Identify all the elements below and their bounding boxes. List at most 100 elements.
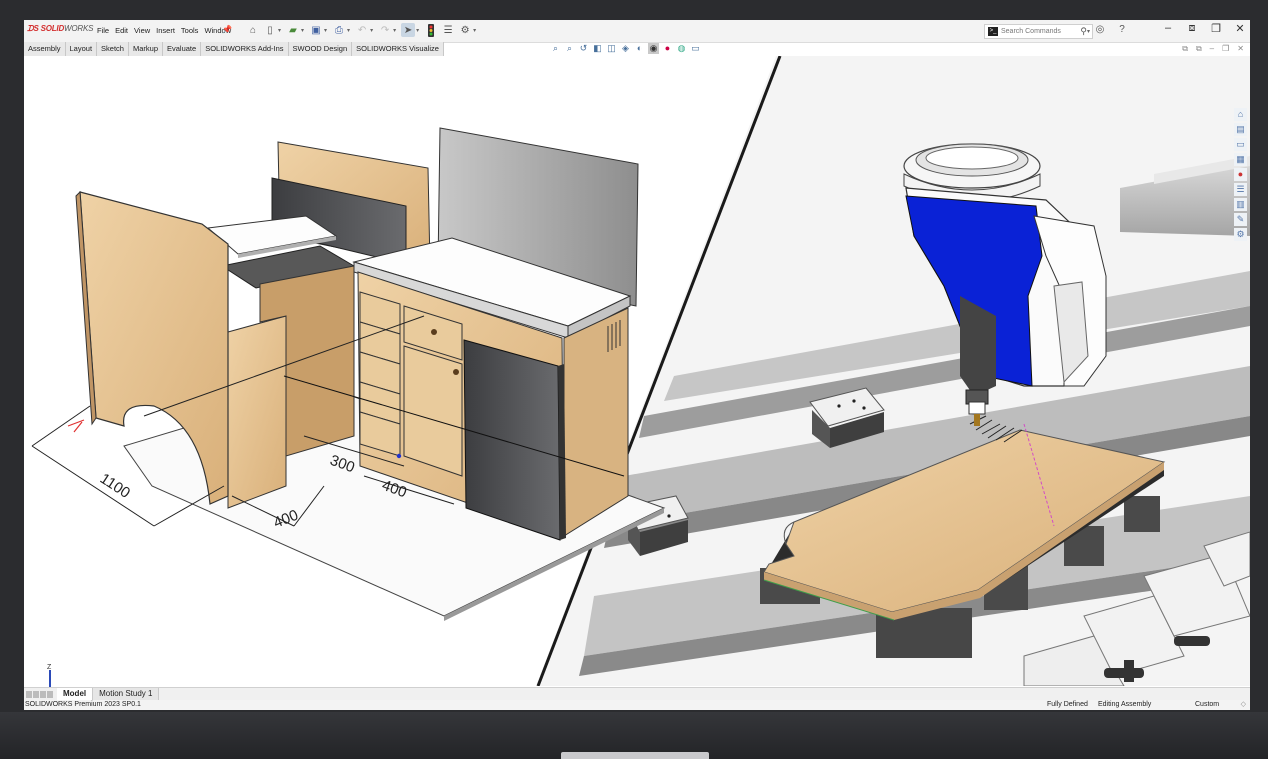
select-cursor-icon[interactable]: ➤ [401, 23, 416, 37]
restore-app-icon[interactable]: ⧈ [1186, 22, 1198, 35]
tab-sketch[interactable]: Sketch [97, 42, 129, 56]
section-view-icon[interactable]: ◧ [592, 43, 603, 54]
unit-system[interactable]: Custom [1195, 700, 1219, 710]
dynamic-annotation-icon[interactable]: ◫ [606, 43, 617, 54]
new-document-icon[interactable]: ▯ [263, 23, 277, 37]
open-folder-icon[interactable]: ▰ [286, 23, 300, 37]
chevron-down-icon[interactable]: ▾ [301, 27, 304, 34]
redo-icon[interactable]: ↷ [378, 23, 392, 37]
title-bar: ᗪS SOLIDWORKS File Edit View Insert Tools… [24, 20, 1250, 43]
user-account-icon[interactable]: ◎ [1094, 24, 1106, 35]
chevron-down-icon[interactable]: ▾ [370, 27, 373, 34]
tab-visualize[interactable]: SOLIDWORKS Visualize [352, 42, 444, 56]
menu-view[interactable]: View [131, 26, 153, 35]
view-palette-icon[interactable]: ▦ [1234, 153, 1247, 166]
window-controls: – ⧈ ❐ ✕ [1162, 22, 1246, 35]
menu-bar: File Edit View Insert Tools Window [94, 26, 234, 35]
tab-scroll-arrows[interactable] [26, 690, 53, 698]
chevron-down-icon[interactable]: ▾ [324, 27, 327, 34]
search-commands-field[interactable]: >_ Search Commands ⚲ ▾ [984, 24, 1093, 39]
tab-model[interactable]: Model [57, 688, 93, 700]
doc-minimize-icon[interactable]: – [1210, 44, 1214, 54]
heads-up-view-toolbar: ⌕ ⌕ ↺ ◧ ◫ ◈ ◐ ◉ ● ◍ ▭ [550, 43, 701, 54]
cnc-machining-scene [536, 56, 1250, 687]
van-furniture-assembly: 1100 300 400 400 [31, 127, 666, 621]
editing-status: Editing Assembly [1098, 701, 1152, 708]
product-version: SOLIDWORKS Premium 2023 SP0.1 [25, 701, 141, 708]
zoom-to-fit-icon[interactable]: ⌕ [550, 43, 561, 54]
triad-z-label: Z [47, 664, 52, 671]
tab-addins[interactable]: SOLIDWORKS Add-Ins [201, 42, 289, 56]
tile-horizontal-icon[interactable]: ⧉ [1196, 44, 1202, 54]
graphics-area[interactable]: 1100 300 400 400 ⌂ ▤ ▭ ▦ ● ☰ ▥ ✎ ⚙ Z X [24, 55, 1250, 699]
chevron-down-icon[interactable]: ▾ [347, 27, 350, 34]
tab-layout[interactable]: Layout [65, 42, 98, 56]
save-icon[interactable]: ▣ [309, 23, 323, 37]
title-right-icons: ◎ ? [1094, 24, 1128, 35]
tab-assembly[interactable]: Assembly [24, 42, 66, 56]
hide-show-items-icon[interactable]: ◉ [648, 43, 659, 54]
tab-evaluate[interactable]: Evaluate [163, 42, 202, 56]
swood-tools-icon[interactable]: ✎ [1234, 213, 1247, 226]
zoom-area-icon[interactable]: ⌕ [564, 43, 575, 54]
appearances-icon[interactable]: ● [1234, 168, 1247, 181]
chevron-down-icon[interactable]: ▾ [393, 27, 396, 34]
print-icon[interactable]: ⎙ [332, 23, 346, 37]
logo-text-solid: SOLID [40, 24, 65, 33]
restore-window-icon[interactable]: ❐ [1210, 22, 1222, 35]
file-explorer-icon[interactable]: ▭ [1234, 138, 1247, 151]
status-bar: SOLIDWORKS Premium 2023 SP0.1 Fully Defi… [24, 700, 1250, 710]
options-gear-icon[interactable]: ⚙ [458, 23, 472, 37]
tag-icon[interactable]: ◇ [1241, 700, 1246, 710]
ds-logo-icon: ᗪS [27, 24, 39, 33]
minimize-icon[interactable]: – [1162, 22, 1174, 35]
swood-library-icon[interactable]: ▥ [1234, 198, 1247, 211]
home-icon[interactable]: ⌂ [246, 23, 260, 37]
chevron-down-icon[interactable]: ▾ [1087, 28, 1090, 35]
display-style-icon[interactable]: ◐ [634, 43, 645, 54]
solidworks-window: ᗪS SOLIDWORKS File Edit View Insert Tools… [24, 20, 1250, 710]
document-window-controls: ⧉ ⧉ – ❐ ✕ [1182, 44, 1244, 54]
solidworks-resources-icon[interactable]: ⌂ [1234, 108, 1247, 121]
3d-model-view: 1100 300 400 400 [31, 55, 1250, 687]
settings-icon[interactable]: ⚙ [1234, 228, 1247, 241]
doc-close-icon[interactable]: ✕ [1237, 44, 1244, 54]
pin-menu-icon[interactable]: 📌 [222, 25, 232, 34]
edit-appearance-icon[interactable]: ● [662, 43, 673, 54]
chevron-down-icon[interactable]: ▾ [278, 27, 281, 34]
tab-motion-study[interactable]: Motion Study 1 [92, 688, 160, 700]
rebuild-traffic-light-icon[interactable] [424, 23, 438, 37]
task-pane-tabs: ⌂ ▤ ▭ ▦ ● ☰ ▥ ✎ ⚙ [1234, 108, 1248, 241]
menu-tools[interactable]: Tools [178, 26, 202, 35]
logo-text-works: WORKS [64, 24, 94, 33]
command-manager-tabs: Assembly Layout Sketch Markup Evaluate S… [24, 42, 444, 56]
command-prompt-icon: >_ [988, 27, 998, 36]
apply-scene-icon[interactable]: ◍ [676, 43, 687, 54]
solidworks-logo[interactable]: ᗪS SOLIDWORKS [27, 24, 93, 34]
definition-status: Fully Defined [1047, 701, 1088, 708]
view-settings-icon[interactable]: ▭ [690, 43, 701, 54]
chevron-down-icon[interactable]: ▾ [473, 27, 476, 34]
bottom-tab-bar: Model Motion Study 1 [24, 687, 1250, 700]
doc-restore-icon[interactable]: ❐ [1222, 44, 1229, 54]
file-properties-icon[interactable]: ☰ [441, 23, 455, 37]
search-icon[interactable]: ⚲ [1080, 26, 1087, 37]
menu-edit[interactable]: Edit [112, 26, 131, 35]
menu-insert[interactable]: Insert [153, 26, 178, 35]
menu-file[interactable]: File [94, 26, 112, 35]
search-placeholder: Search Commands [1001, 28, 1061, 35]
monitor-stand [561, 752, 709, 759]
design-library-icon[interactable]: ▤ [1234, 123, 1247, 136]
view-orientation-icon[interactable]: ◈ [620, 43, 631, 54]
help-icon[interactable]: ? [1116, 24, 1128, 35]
tab-swood-design[interactable]: SWOOD Design [288, 42, 353, 56]
undo-icon[interactable]: ↶ [355, 23, 369, 37]
tab-markup[interactable]: Markup [128, 42, 163, 56]
tile-icon[interactable]: ⧉ [1182, 44, 1188, 54]
dimension-1100[interactable]: 1100 [97, 470, 133, 502]
quick-access-toolbar: ⌂ ▯ ▾ ▰ ▾ ▣ ▾ ⎙ ▾ ↶ ▾ ↷ ▾ ➤ ▾ ☰ ⚙ ▾ [246, 23, 478, 37]
previous-view-icon[interactable]: ↺ [578, 43, 589, 54]
close-icon[interactable]: ✕ [1234, 22, 1246, 35]
chevron-down-icon[interactable]: ▾ [416, 27, 419, 34]
custom-properties-icon[interactable]: ☰ [1234, 183, 1247, 196]
